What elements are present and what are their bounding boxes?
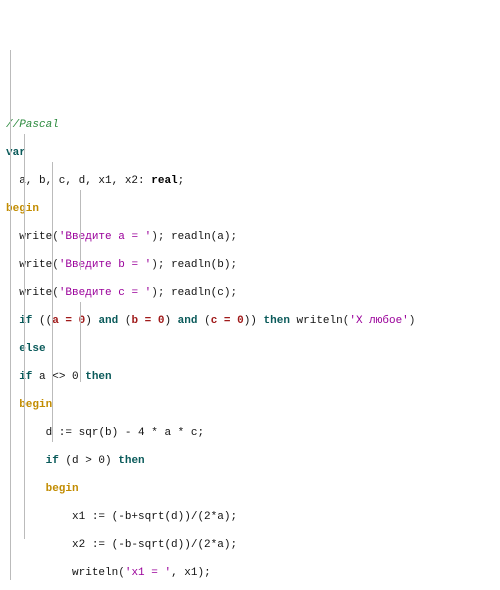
code-line: write('Введите c = '); readln(c); xyxy=(6,286,500,300)
code-line: begin xyxy=(6,482,500,496)
fn-sqr: sqr xyxy=(79,427,99,439)
kw-if: if xyxy=(19,315,32,327)
code-line: x2 := (-b-sqrt(d))/(2*a); xyxy=(6,538,500,552)
fn-readln: readln xyxy=(171,231,211,243)
var-names: a, b, c, d, x1, x2 xyxy=(19,175,138,187)
kw-then: then xyxy=(118,455,144,467)
code-line: if (d > 0) then xyxy=(6,454,500,468)
code-line: begin xyxy=(6,398,500,412)
str: 'X любое' xyxy=(349,315,408,327)
str: 'Введите b = ' xyxy=(59,259,151,271)
str: 'x1 = ' xyxy=(125,567,171,579)
code-line: var xyxy=(6,146,500,160)
code-line: writeln('x1 = ', x1); xyxy=(6,566,500,580)
kw-and: and xyxy=(178,315,198,327)
kw-if: if xyxy=(19,371,32,383)
comment: //Pascal xyxy=(6,119,59,131)
fn-readln: readln xyxy=(171,287,211,299)
code-line: a, b, c, d, x1, x2: real; xyxy=(6,174,500,188)
expr: (d > 0) xyxy=(65,455,111,467)
fn-sqrt: sqrt xyxy=(138,539,164,551)
fn-sqrt: sqrt xyxy=(138,511,164,523)
str: 'Введите c = ' xyxy=(59,287,151,299)
fn-readln: readln xyxy=(171,259,211,271)
cond-b0: b = 0 xyxy=(131,315,164,327)
kw-then: then xyxy=(85,371,111,383)
code-line: d := sqr(b) - 4 * a * c; xyxy=(6,426,500,440)
kw-var: var xyxy=(6,147,26,159)
code-line: x1 := (-b+sqrt(d))/(2*a); xyxy=(6,510,500,524)
kw-and: and xyxy=(98,315,118,327)
kw-then: then xyxy=(264,315,290,327)
expr: a <> 0 xyxy=(39,371,79,383)
fn-writeln: writeln xyxy=(72,567,118,579)
kw-begin: begin xyxy=(46,483,79,495)
code-editor: //Pascal var a, b, c, d, x1, x2: real; b… xyxy=(0,0,500,590)
cond-c0: c = 0 xyxy=(211,315,244,327)
str: 'Введите a = ' xyxy=(59,231,151,243)
code-line: //Pascal xyxy=(6,118,500,132)
kw-if: if xyxy=(46,455,59,467)
fn-writeln: writeln xyxy=(297,315,343,327)
type-real: real xyxy=(151,175,177,187)
